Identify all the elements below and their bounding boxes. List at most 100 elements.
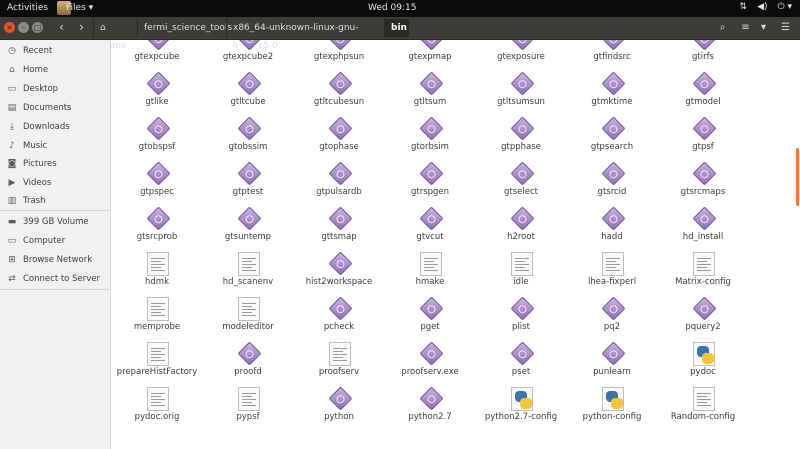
file-item[interactable]: gtorbsim: [384, 116, 476, 162]
sidebar-item-downloads[interactable]: ⤓ Downloads: [0, 118, 110, 136]
executable-icon: [601, 206, 626, 231]
sidebar-item-399-gb-volume[interactable]: ▬ 399 GB Volume: [0, 213, 110, 231]
file-item[interactable]: gtvcut: [384, 206, 476, 252]
file-item[interactable]: gtpphase: [475, 116, 567, 162]
file-item[interactable]: gtexposure: [475, 40, 567, 72]
breadcrumb-arch-dir[interactable]: x86_64-unknown-linux-gnu-libc2.15-0: [226, 19, 384, 51]
file-item[interactable]: hadd: [566, 206, 658, 252]
file-item[interactable]: gtpsearch: [566, 116, 658, 162]
file-item[interactable]: pydoc: [657, 342, 749, 387]
activities-button[interactable]: Activities: [7, 3, 48, 13]
file-item[interactable]: gtptest: [202, 161, 294, 207]
file-item[interactable]: Random-config: [657, 387, 749, 432]
file-item[interactable]: hd_install: [657, 206, 749, 252]
sidebar-item-videos[interactable]: ▶ Videos: [0, 174, 110, 192]
file-item[interactable]: proofserv: [293, 342, 385, 387]
file-item[interactable]: gtpsf: [657, 116, 749, 162]
file-item[interactable]: prepareHistFactory: [111, 342, 203, 387]
file-item[interactable]: gtirfs: [657, 40, 749, 72]
sidebar-item-recent[interactable]: ◷ Recent: [0, 42, 110, 60]
file-item[interactable]: python-config: [566, 387, 658, 432]
file-item[interactable]: gtsrcid: [566, 161, 658, 207]
file-item[interactable]: gtltcubesun: [293, 71, 385, 117]
file-item[interactable]: modeleditor: [202, 297, 294, 342]
clock[interactable]: Wed 09:15: [368, 3, 416, 13]
file-item[interactable]: gtpspec: [111, 161, 203, 207]
back-button[interactable]: ‹: [54, 20, 69, 35]
file-item[interactable]: idle: [475, 252, 567, 297]
breadcrumb-home[interactable]: ⌂ Home: [93, 19, 137, 51]
file-item[interactable]: hist2workspace: [293, 251, 385, 297]
sidebar-item-label: Music: [23, 141, 48, 151]
file-item[interactable]: pypsf: [202, 387, 294, 432]
breadcrumb-fermi-science-tools[interactable]: fermi_science_tools: [137, 19, 232, 37]
file-item[interactable]: gtobspsf: [111, 116, 203, 162]
file-item[interactable]: gtexpcube2: [202, 40, 294, 72]
file-item[interactable]: h2root: [475, 206, 567, 252]
sidebar-item-trash[interactable]: ▥ Trash: [0, 192, 110, 210]
file-item[interactable]: gtrspgen: [384, 161, 476, 207]
file-item[interactable]: gtmodel: [657, 71, 749, 117]
sidebar-item-desktop[interactable]: ▭ Desktop: [0, 80, 110, 98]
file-item[interactable]: gtophase: [293, 116, 385, 162]
file-item[interactable]: gtobssim: [202, 116, 294, 162]
file-item[interactable]: hmake: [384, 252, 476, 297]
file-item[interactable]: hdmk: [111, 252, 203, 297]
text-file-icon: [147, 297, 169, 321]
file-item[interactable]: gtpulsardb: [293, 161, 385, 207]
search-icon[interactable]: ⌕: [714, 20, 731, 36]
file-item[interactable]: gtsrcprob: [111, 206, 203, 252]
maximize-button[interactable]: □: [32, 22, 43, 33]
file-item[interactable]: plist: [475, 296, 567, 342]
file-item[interactable]: gtexpmap: [384, 40, 476, 72]
file-item[interactable]: gtsuntemp: [202, 206, 294, 252]
file-item[interactable]: proofserv.exe: [384, 341, 476, 387]
sidebar-item-pictures[interactable]: ◙ Pictures: [0, 155, 110, 173]
sidebar-item-home[interactable]: ⌂ Home: [0, 61, 110, 79]
file-item[interactable]: pcheck: [293, 296, 385, 342]
file-item[interactable]: gtltsumsun: [475, 71, 567, 117]
file-item[interactable]: gtmktime: [566, 71, 658, 117]
sidebar-item-documents[interactable]: ▤ Documents: [0, 99, 110, 117]
file-item[interactable]: proofd: [202, 341, 294, 387]
app-menu[interactable]: Files ▾: [66, 3, 93, 13]
sidebar-item-connect-to-server[interactable]: ⇄ Connect to Server: [0, 270, 110, 288]
file-item[interactable]: gtexpcube: [111, 40, 203, 72]
file-item[interactable]: gtsrcmaps: [657, 161, 749, 207]
header-bar: × – □ ‹ › ⌂ Home fermi_science_tools x86…: [0, 17, 800, 51]
file-item[interactable]: pget: [384, 296, 476, 342]
file-item[interactable]: pset: [475, 341, 567, 387]
view-options-chevron-icon[interactable]: ▾: [755, 20, 772, 36]
file-item[interactable]: gttsmap: [293, 206, 385, 252]
close-window-button[interactable]: ×: [4, 22, 15, 33]
file-item[interactable]: gtlike: [111, 71, 203, 117]
text-file-icon: [329, 342, 351, 366]
system-tray[interactable]: ⇅ ◀) ⏻ ▾: [740, 2, 792, 12]
scrollbar[interactable]: [796, 148, 799, 206]
list-view-icon[interactable]: ≡: [737, 20, 754, 36]
file-item[interactable]: gtltcube: [202, 71, 294, 117]
file-item[interactable]: python2.7-config: [475, 387, 567, 432]
file-item[interactable]: gtltsum: [384, 71, 476, 117]
sidebar-item-browse-network[interactable]: ⊞ Browse Network: [0, 251, 110, 269]
file-item[interactable]: pquery2: [657, 296, 749, 342]
file-item[interactable]: pydoc.orig: [111, 387, 203, 432]
sidebar-item-computer[interactable]: ▭ Computer: [0, 232, 110, 250]
file-item[interactable]: python2.7: [384, 386, 476, 432]
file-item[interactable]: hd_scanenv: [202, 252, 294, 297]
file-item[interactable]: lhea-fixperl: [566, 252, 658, 297]
sidebar-item-music[interactable]: ♪ Music: [0, 137, 110, 155]
sidebar-item-label: Documents: [23, 103, 72, 113]
menu-icon[interactable]: ☰: [777, 20, 794, 36]
file-item[interactable]: memprobe: [111, 297, 203, 342]
forward-button[interactable]: ›: [74, 20, 89, 35]
minimize-button[interactable]: –: [18, 22, 29, 33]
file-item[interactable]: punlearn: [566, 341, 658, 387]
file-item[interactable]: python: [293, 386, 385, 432]
file-item[interactable]: gtexphpsun: [293, 40, 385, 72]
file-item[interactable]: gtfindsrc: [566, 40, 658, 72]
file-item[interactable]: pq2: [566, 296, 658, 342]
file-item[interactable]: Matrix-config: [657, 252, 749, 297]
file-item[interactable]: gtselect: [475, 161, 567, 207]
breadcrumb-bin[interactable]: bin: [384, 19, 409, 37]
